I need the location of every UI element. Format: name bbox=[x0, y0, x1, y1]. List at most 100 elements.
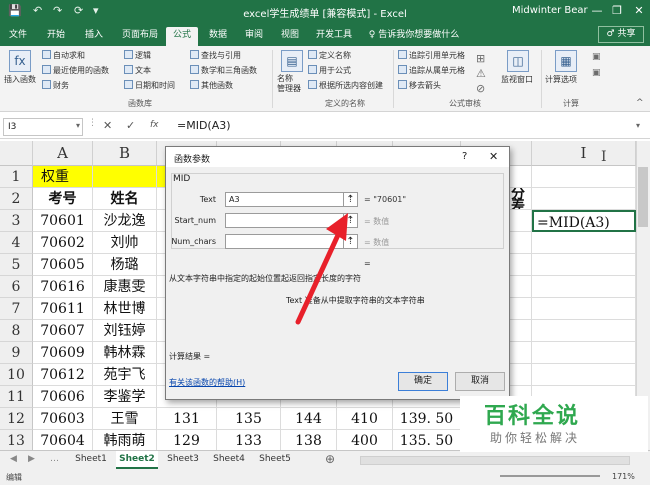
dialog-help-icon[interactable]: ? bbox=[462, 151, 467, 162]
restore-button[interactable]: ❐ bbox=[608, 2, 626, 20]
sheet-tab-5[interactable]: Sheet5 bbox=[254, 451, 296, 469]
row-header[interactable]: 11 bbox=[0, 386, 33, 408]
cell[interactable]: 70611 bbox=[33, 298, 93, 320]
row-header[interactable]: 7 bbox=[0, 298, 33, 320]
financial-button[interactable]: 财务 bbox=[42, 80, 69, 91]
cell[interactable]: 131 bbox=[157, 408, 217, 430]
cell[interactable]: 70605 bbox=[33, 254, 93, 276]
tab-data[interactable]: 数据 bbox=[204, 27, 232, 46]
calculate-now-icon[interactable]: ▣ bbox=[592, 52, 601, 62]
logical-button[interactable]: 逻辑 bbox=[124, 50, 151, 61]
cell[interactable]: 70602 bbox=[33, 232, 93, 254]
select-all-corner[interactable] bbox=[0, 141, 33, 166]
create-from-selection-button[interactable]: 根据所选内容创建 bbox=[308, 80, 383, 91]
collapse-ribbon-icon[interactable]: ^ bbox=[636, 98, 644, 108]
cell[interactable]: 权重 bbox=[33, 166, 93, 188]
cell[interactable]: 400 bbox=[337, 430, 393, 450]
cancel-entry-icon[interactable]: ✕ bbox=[103, 119, 112, 132]
redo-icon[interactable]: ↷ bbox=[53, 4, 62, 17]
user-name[interactable]: Midwinter Bear bbox=[512, 5, 588, 16]
cell[interactable] bbox=[532, 320, 636, 342]
cell[interactable]: 苑宇飞 bbox=[93, 364, 157, 386]
cell[interactable]: 70601 bbox=[33, 210, 93, 232]
cell[interactable] bbox=[532, 298, 636, 320]
save-icon[interactable]: 💾 bbox=[8, 4, 22, 17]
lookup-button[interactable]: 查找与引用 bbox=[190, 50, 241, 61]
trace-dependents-button[interactable]: 追踪从属单元格 bbox=[398, 65, 465, 76]
cell[interactable]: 考号 bbox=[33, 188, 93, 210]
row-header[interactable]: 5 bbox=[0, 254, 33, 276]
tab-developer[interactable]: 开发工具 bbox=[312, 27, 356, 46]
cell[interactable]: 王雪 bbox=[93, 408, 157, 430]
text-functions-button[interactable]: 文本 bbox=[124, 65, 151, 76]
tab-page-layout[interactable]: 页面布局 bbox=[118, 27, 162, 46]
cell[interactable]: 70609 bbox=[33, 342, 93, 364]
vertical-scrollbar-thumb[interactable] bbox=[638, 167, 648, 227]
cell[interactable]: 135. 50 bbox=[393, 430, 461, 450]
confirm-entry-icon[interactable]: ✓ bbox=[126, 119, 135, 132]
row-header[interactable]: 10 bbox=[0, 364, 33, 386]
cell[interactable]: =MID(A3) bbox=[532, 210, 636, 232]
function-help-link[interactable]: 有关该函数的帮助(H) bbox=[169, 377, 245, 388]
cell[interactable]: 70604 bbox=[33, 430, 93, 450]
zoom-slider[interactable] bbox=[500, 475, 600, 477]
cell[interactable] bbox=[532, 276, 636, 298]
cell[interactable]: 129 bbox=[157, 430, 217, 450]
dialog-close-icon[interactable]: ✕ bbox=[489, 150, 498, 163]
row-header[interactable]: 2 bbox=[0, 188, 33, 210]
sheet-tab-4[interactable]: Sheet4 bbox=[208, 451, 250, 469]
cell[interactable]: 70607 bbox=[33, 320, 93, 342]
row-header[interactable]: 8 bbox=[0, 320, 33, 342]
tab-insert[interactable]: 插入 bbox=[80, 27, 108, 46]
datetime-button[interactable]: 日期和时间 bbox=[124, 80, 175, 91]
sheet-tab-2[interactable]: Sheet2 bbox=[116, 451, 158, 469]
horizontal-scrollbar[interactable] bbox=[360, 456, 630, 465]
row-header[interactable]: 6 bbox=[0, 276, 33, 298]
row-header[interactable]: 12 bbox=[0, 408, 33, 430]
show-formulas-icon[interactable]: ⊞ bbox=[476, 52, 485, 65]
cell[interactable]: 70606 bbox=[33, 386, 93, 408]
name-box[interactable]: I3 bbox=[3, 118, 83, 136]
cell[interactable]: 李鉴学 bbox=[93, 386, 157, 408]
sheet-tab-3[interactable]: Sheet3 bbox=[162, 451, 204, 469]
insert-function-icon[interactable]: fx bbox=[9, 50, 31, 72]
row-header[interactable]: 4 bbox=[0, 232, 33, 254]
sheet-tab-1[interactable]: Sheet1 bbox=[70, 451, 112, 469]
calculator-icon[interactable]: ▦ bbox=[555, 50, 577, 72]
define-name-button[interactable]: 定义名称 bbox=[308, 50, 351, 61]
tab-view[interactable]: 视图 bbox=[276, 27, 304, 46]
name-manager-icon[interactable]: ▤ bbox=[281, 50, 303, 72]
name-manager-button[interactable]: 名称 管理器 bbox=[277, 74, 301, 94]
cell[interactable] bbox=[532, 342, 636, 364]
name-box-dropdown-icon[interactable]: ▾ bbox=[76, 121, 80, 130]
cell[interactable] bbox=[532, 254, 636, 276]
tab-file[interactable]: 文件 bbox=[4, 27, 32, 46]
cell[interactable]: 林世博 bbox=[93, 298, 157, 320]
row-header[interactable]: 13 bbox=[0, 430, 33, 450]
cell[interactable]: 138 bbox=[281, 430, 337, 450]
row-header[interactable]: 3 bbox=[0, 210, 33, 232]
error-checking-icon[interactable]: ⚠ bbox=[476, 67, 486, 80]
column-header[interactable]: I bbox=[532, 141, 636, 166]
insert-function-button[interactable]: 插入函数 bbox=[4, 74, 36, 85]
tab-review[interactable]: 审阅 bbox=[240, 27, 268, 46]
cell[interactable]: 康惠雯 bbox=[93, 276, 157, 298]
undo-icon[interactable]: ↶ bbox=[33, 4, 42, 17]
tab-formulas[interactable]: 公式 bbox=[166, 27, 198, 46]
share-button[interactable]: ♂ 共享 bbox=[598, 26, 644, 43]
cell[interactable]: 410 bbox=[337, 408, 393, 430]
cell[interactable] bbox=[532, 232, 636, 254]
more-functions-button[interactable]: 其他函数 bbox=[190, 80, 233, 91]
calculation-options-button[interactable]: 计算选项 bbox=[545, 74, 577, 85]
trace-precedents-button[interactable]: 追踪引用单元格 bbox=[398, 50, 465, 61]
cell[interactable] bbox=[93, 166, 157, 188]
cell[interactable]: 刘钰婷 bbox=[93, 320, 157, 342]
close-window-button[interactable]: ✕ bbox=[630, 2, 648, 20]
add-sheet-icon[interactable]: ⊕ bbox=[320, 451, 340, 469]
row-header[interactable]: 1 bbox=[0, 166, 33, 188]
cell[interactable] bbox=[532, 188, 636, 210]
cell[interactable]: 135 bbox=[217, 408, 281, 430]
scroll-tabs-right-icon[interactable]: ▶ bbox=[28, 454, 35, 464]
use-in-formula-button[interactable]: 用于公式 bbox=[308, 65, 351, 76]
cell[interactable]: 70603 bbox=[33, 408, 93, 430]
